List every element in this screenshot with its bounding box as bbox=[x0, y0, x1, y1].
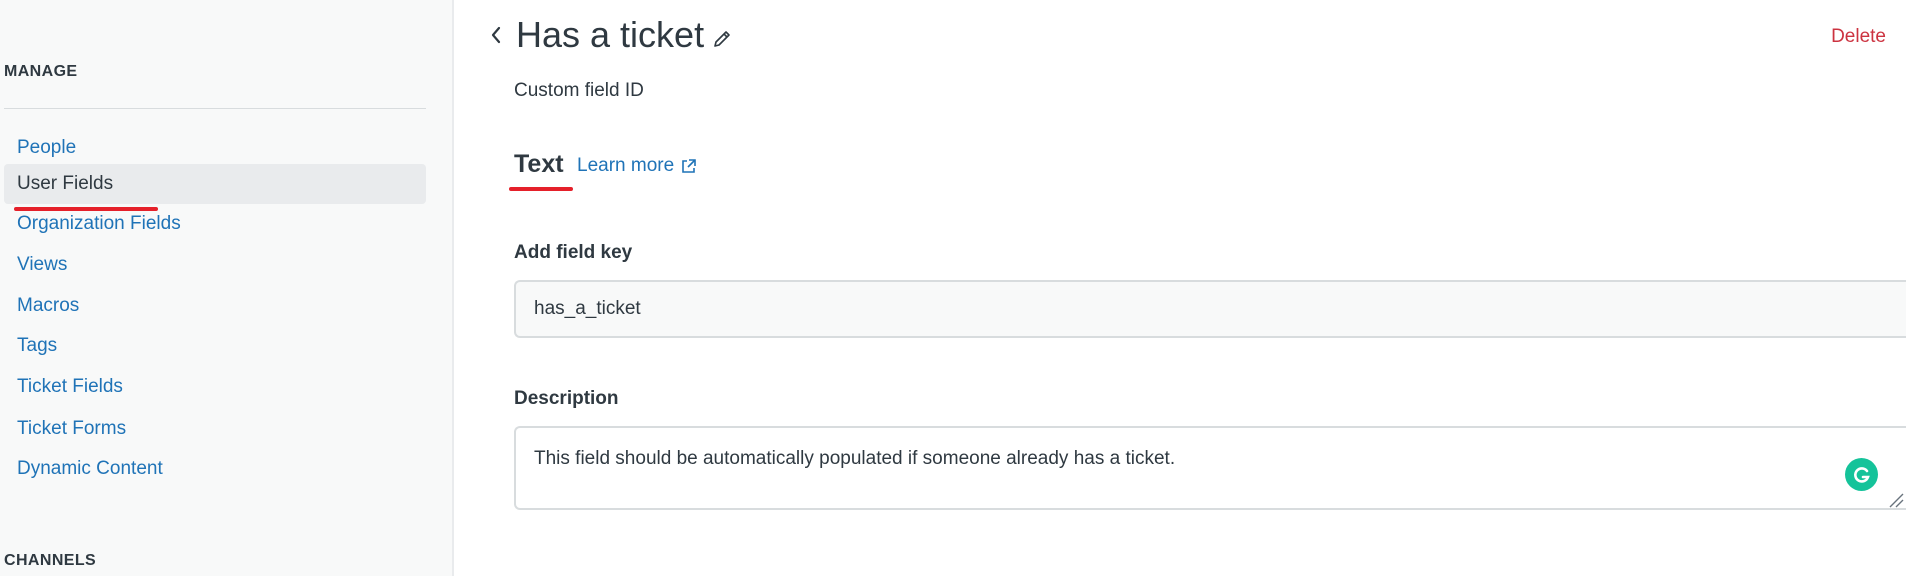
manage-section-title: MANAGE bbox=[4, 63, 78, 80]
learn-more-link[interactable]: Learn more bbox=[577, 155, 697, 177]
chevron-left-icon bbox=[491, 26, 501, 44]
sidebar: MANAGE People User Fields Organization F… bbox=[0, 0, 454, 576]
sidebar-item-label: User Fields bbox=[17, 173, 114, 194]
page-title: Has a ticket bbox=[516, 14, 705, 55]
custom-field-id-label: Custom field ID bbox=[514, 80, 644, 101]
description-textarea[interactable]: This field should be automatically popul… bbox=[514, 426, 1906, 510]
sidebar-item-people[interactable]: People bbox=[4, 128, 426, 168]
annotation-underline bbox=[509, 187, 573, 191]
pencil-icon bbox=[714, 31, 730, 47]
sidebar-item-user-fields[interactable]: User Fields bbox=[4, 164, 426, 211]
sidebar-item-dynamic-content[interactable]: Dynamic Content bbox=[4, 449, 426, 489]
sidebar-item-tags[interactable]: Tags bbox=[4, 326, 426, 366]
section-divider bbox=[4, 108, 426, 109]
external-link-icon bbox=[682, 158, 696, 173]
grammarly-button[interactable] bbox=[1845, 458, 1878, 491]
delete-button[interactable]: Delete bbox=[1831, 26, 1886, 48]
description-label: Description bbox=[514, 388, 619, 409]
field-type-label: Text bbox=[514, 150, 564, 178]
resize-handle-icon[interactable] bbox=[1886, 490, 1904, 508]
sidebar-item-ticket-fields[interactable]: Ticket Fields bbox=[4, 367, 426, 407]
sidebar-item-organization-fields[interactable]: Organization Fields bbox=[4, 204, 426, 244]
sidebar-item-ticket-forms[interactable]: Ticket Forms bbox=[4, 409, 426, 449]
learn-more-label: Learn more bbox=[577, 155, 675, 176]
edit-title-button[interactable] bbox=[711, 28, 733, 50]
grammarly-icon bbox=[1853, 466, 1870, 483]
field-key-input[interactable] bbox=[514, 280, 1906, 338]
back-button[interactable] bbox=[487, 22, 505, 48]
field-key-label: Add field key bbox=[514, 242, 633, 263]
sidebar-item-macros[interactable]: Macros bbox=[4, 286, 426, 326]
channels-section-title: CHANNELS bbox=[4, 552, 97, 569]
sidebar-item-views[interactable]: Views bbox=[4, 245, 426, 285]
